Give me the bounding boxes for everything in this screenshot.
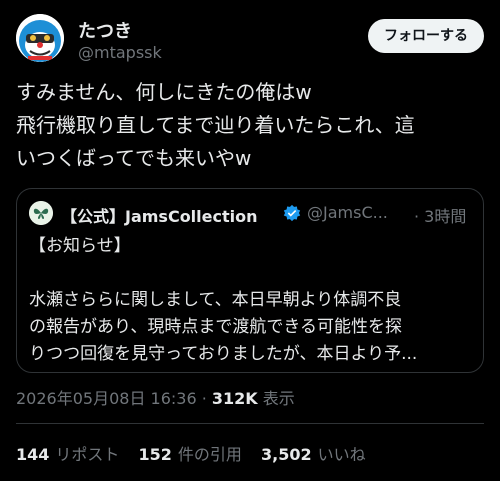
follow-button[interactable]: フォローする — [368, 19, 484, 53]
divider — [16, 423, 484, 424]
meta-separator: · — [196, 389, 212, 408]
likes-count: 3,502 — [261, 445, 312, 464]
tweet-stats: 144 リポスト 152 件の引用 3,502 いいね — [16, 441, 380, 465]
tweet-text: すみません、何しにきたの俺はw 飛行機取り直してまで辿り着いたらこれ、這 いつく… — [16, 80, 415, 170]
views-count: 312K — [211, 389, 258, 408]
tweet-header: たつき @mtapssk フォローする — [16, 14, 484, 64]
doraemon-avatar-icon[interactable] — [16, 14, 64, 62]
quotes-count: 152 — [138, 445, 172, 464]
reposts-label: リポスト — [55, 445, 120, 464]
butterfly-logo-icon[interactable] — [29, 201, 53, 225]
likes-stat[interactable]: 3,502 いいね — [261, 441, 366, 465]
tweet-timestamp[interactable]: 2026年05月08日 16:36 — [16, 389, 197, 408]
quoted-author-handle[interactable]: @JamsC... — [307, 203, 388, 222]
quoted-tweet-text: 【お知らせ】 水瀬さららに関しまして、本日早朝より体調不良 の報告があり、現時点… — [29, 236, 418, 364]
quotes-stat[interactable]: 152 件の引用 — [139, 441, 242, 465]
verified-badge-icon — [283, 204, 301, 222]
tweet-meta: 2026年05月08日 16:36 · 312K 表示 — [16, 385, 295, 409]
quoted-author-name[interactable]: 【公式】JamsCollection — [61, 203, 258, 227]
reposts-stat[interactable]: 144 リポスト — [16, 441, 119, 465]
author-name[interactable]: たつき — [78, 17, 132, 43]
reposts-count: 144 — [16, 445, 50, 464]
quoted-tweet-header: 【公式】JamsCollection @JamsC... · 3時間 — [29, 201, 471, 227]
quotes-label: 件の引用 — [177, 445, 242, 464]
likes-label: いいね — [317, 445, 366, 464]
quoted-tweet[interactable]: 【公式】JamsCollection @JamsC... · 3時間 【お知らせ… — [16, 188, 484, 373]
author-handle[interactable]: @mtapssk — [78, 43, 162, 62]
views-label: 表示 — [257, 389, 295, 408]
quoted-tweet-time[interactable]: · 3時間 — [414, 203, 466, 227]
